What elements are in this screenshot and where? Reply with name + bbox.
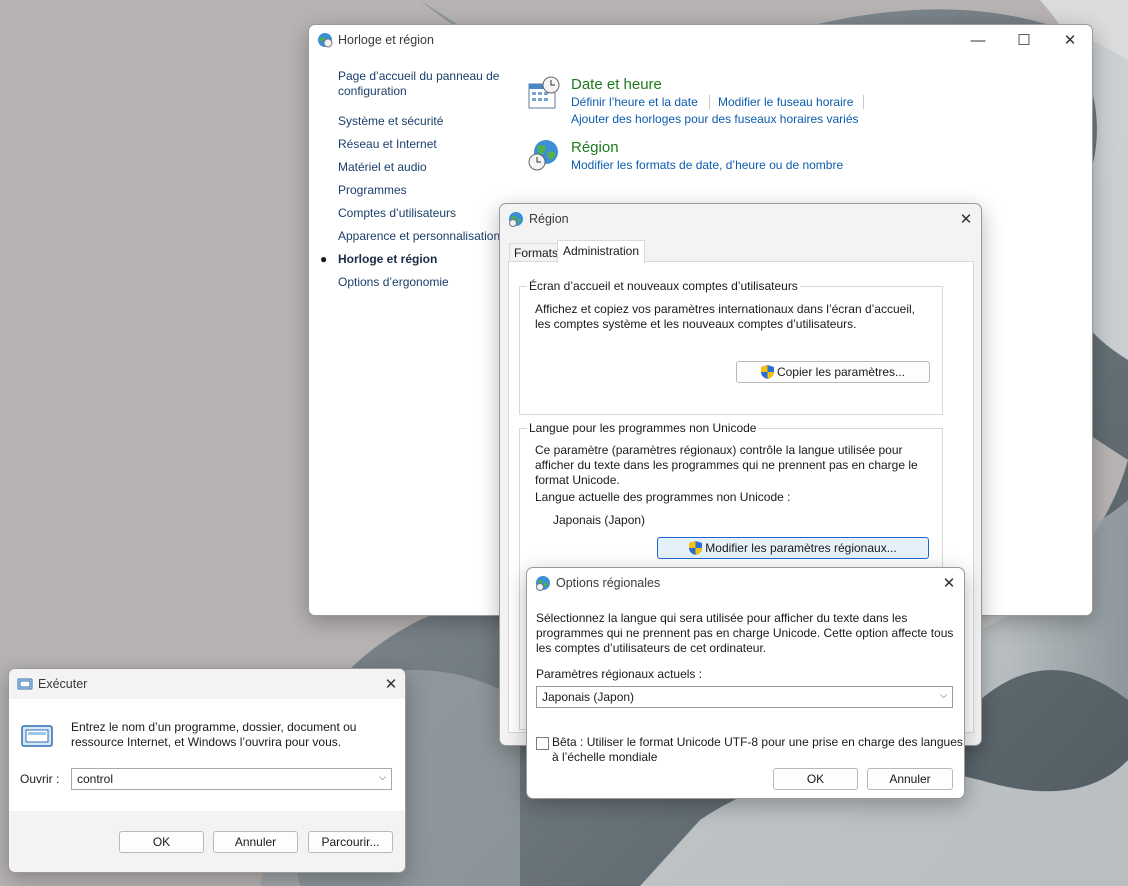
maximize-icon[interactable]: ☐ — [1012, 29, 1036, 51]
calendar-clock-icon — [528, 76, 560, 109]
browse-label: Parcourir... — [321, 835, 380, 849]
welcome-desc-1: Affichez et copiez vos paramètres intern… — [535, 302, 915, 316]
ok-label: OK — [152, 835, 171, 849]
change-locale-button[interactable]: Modifier les paramètres régionaux... — [657, 537, 929, 559]
sidebar-item-system-security[interactable]: Système et sécurité — [338, 114, 443, 129]
sidebar-home-link[interactable]: Page d’accueil du panneau de configurati… — [338, 69, 508, 99]
run-body: Entrez le nom d’un programme, dossier, d… — [9, 699, 405, 811]
run-titlebar[interactable]: Exécuter ✕ — [9, 669, 405, 699]
close-icon[interactable]: ✕ — [937, 572, 961, 594]
close-icon[interactable]: ✕ — [1058, 29, 1082, 51]
welcome-legend: Écran d’accueil et nouveaux comptes d’ut… — [527, 279, 800, 293]
run-dialog: Exécuter ✕ Entrez le nom d’un programme,… — [8, 668, 406, 873]
change-locale-label: Modifier les paramètres régionaux... — [705, 541, 897, 555]
current-item-bullet: ● — [320, 252, 328, 266]
chevron-down-icon: ⌵ — [940, 690, 947, 700]
regional-desc-2: programmes qui ne prennent pas en charge… — [536, 626, 954, 640]
category-region-title[interactable]: Région — [571, 139, 619, 157]
unicode-legend: Langue pour les programmes non Unicode — [527, 421, 759, 435]
link-separator — [863, 95, 864, 109]
welcome-groupbox: Écran d’accueil et nouveaux comptes d’ut… — [519, 279, 943, 415]
sidebar-item-ease-of-access[interactable]: Options d’ergonomie — [338, 275, 449, 290]
unicode-desc-1: Ce paramètre (paramètres régionaux) cont… — [535, 443, 903, 457]
locale-select-value: Japonais (Japon) — [542, 690, 635, 704]
regional-desc-1: Sélectionnez la langue qui sera utilisée… — [536, 611, 908, 625]
open-input-value: control — [77, 772, 114, 786]
region-titlebar[interactable]: Région ✕ — [500, 204, 981, 234]
current-language-value: Japonais (Japon) — [553, 513, 646, 527]
sidebar-item-programs[interactable]: Programmes — [338, 183, 407, 198]
ok-button[interactable]: OK — [119, 831, 204, 853]
sidebar-item-user-accounts[interactable]: Comptes d’utilisateurs — [338, 206, 456, 221]
sidebar-item-appearance[interactable]: Apparence et personnalisation — [338, 229, 500, 244]
current-language-label: Langue actuelle des programmes non Unico… — [535, 490, 791, 504]
dialog-title: Exécuter — [38, 677, 88, 691]
open-input[interactable]: control ⌵ — [71, 768, 392, 790]
globe-clock-icon — [528, 140, 558, 171]
open-label: Ouvrir : — [20, 772, 60, 786]
regional-options-titlebar[interactable]: Options régionales ✕ — [527, 568, 964, 598]
link-add-clocks[interactable]: Ajouter des horloges pour des fuseaux ho… — [571, 112, 859, 127]
category-datetime-title[interactable]: Date et heure — [571, 76, 662, 94]
run-icon — [17, 678, 33, 690]
link-change-timezone[interactable]: Modifier le fuseau horaire — [718, 95, 853, 110]
link-change-formats[interactable]: Modifier les formats de date, d’heure ou… — [571, 158, 843, 173]
beta-utf8-label-1[interactable]: Bêta : Utiliser le format Unicode UTF-8 … — [552, 735, 963, 750]
beta-utf8-label-2[interactable]: à l’échelle mondiale — [552, 750, 657, 765]
copy-settings-button[interactable]: Copier les paramètres... — [736, 361, 930, 383]
close-icon[interactable]: ✕ — [379, 673, 403, 695]
tab-formats[interactable]: Formats — [509, 243, 564, 262]
clock-globe-icon — [318, 33, 333, 48]
sidebar-item-clock-region: Horloge et région — [338, 252, 438, 266]
tab-administration[interactable]: Administration — [557, 240, 646, 263]
regional-desc-3: les comptes d’utilisateurs de cet ordina… — [536, 641, 767, 655]
current-locale-label: Paramètres régionaux actuels : — [536, 667, 703, 681]
minimize-icon[interactable]: — — [966, 29, 990, 51]
cancel-label: Annuler — [234, 835, 277, 849]
tab-formats-label: Formats — [514, 246, 559, 260]
globe-icon — [536, 576, 550, 591]
run-desc-2: ressource Internet, et Windows l’ouvrira… — [71, 735, 342, 749]
dialog-title: Options régionales — [556, 576, 661, 590]
close-icon[interactable]: ✕ — [954, 208, 978, 230]
cancel-label: Annuler — [889, 772, 931, 786]
browse-button[interactable]: Parcourir... — [308, 831, 393, 853]
regional-options-dialog: Options régionales ✕ Sélectionnez la lan… — [526, 567, 965, 799]
sidebar-item-network[interactable]: Réseau et Internet — [338, 137, 437, 152]
cancel-button[interactable]: Annuler — [213, 831, 298, 853]
run-program-icon — [21, 725, 53, 747]
unicode-desc-3: format Unicode. — [535, 473, 620, 487]
globe-icon — [509, 212, 523, 227]
uac-shield-icon — [760, 365, 774, 379]
run-desc-1: Entrez le nom d’un programme, dossier, d… — [71, 720, 357, 734]
control-panel-titlebar[interactable]: Horloge et région — ☐ ✕ — [309, 25, 1092, 55]
welcome-desc-2: les comptes système et les nouveaux comp… — [535, 317, 857, 331]
unicode-desc-2: afficher du texte dans les programmes qu… — [535, 458, 918, 472]
copy-settings-label: Copier les paramètres... — [776, 365, 906, 379]
link-separator — [709, 95, 710, 109]
sidebar-item-hardware[interactable]: Matériel et audio — [338, 160, 427, 175]
tab-administration-label: Administration — [563, 244, 640, 258]
locale-select[interactable]: Japonais (Japon) ⌵ — [536, 686, 953, 708]
ok-label: OK — [806, 772, 825, 786]
cancel-button[interactable]: Annuler — [867, 768, 953, 790]
link-set-time-date[interactable]: Définir l’heure et la date — [571, 95, 698, 110]
uac-shield-icon — [689, 541, 703, 555]
dialog-title: Région — [529, 212, 569, 226]
chevron-down-icon[interactable]: ⌵ — [379, 772, 386, 783]
ok-button[interactable]: OK — [773, 768, 858, 790]
window-title: Horloge et région — [338, 33, 434, 47]
beta-utf8-checkbox[interactable] — [536, 737, 549, 750]
